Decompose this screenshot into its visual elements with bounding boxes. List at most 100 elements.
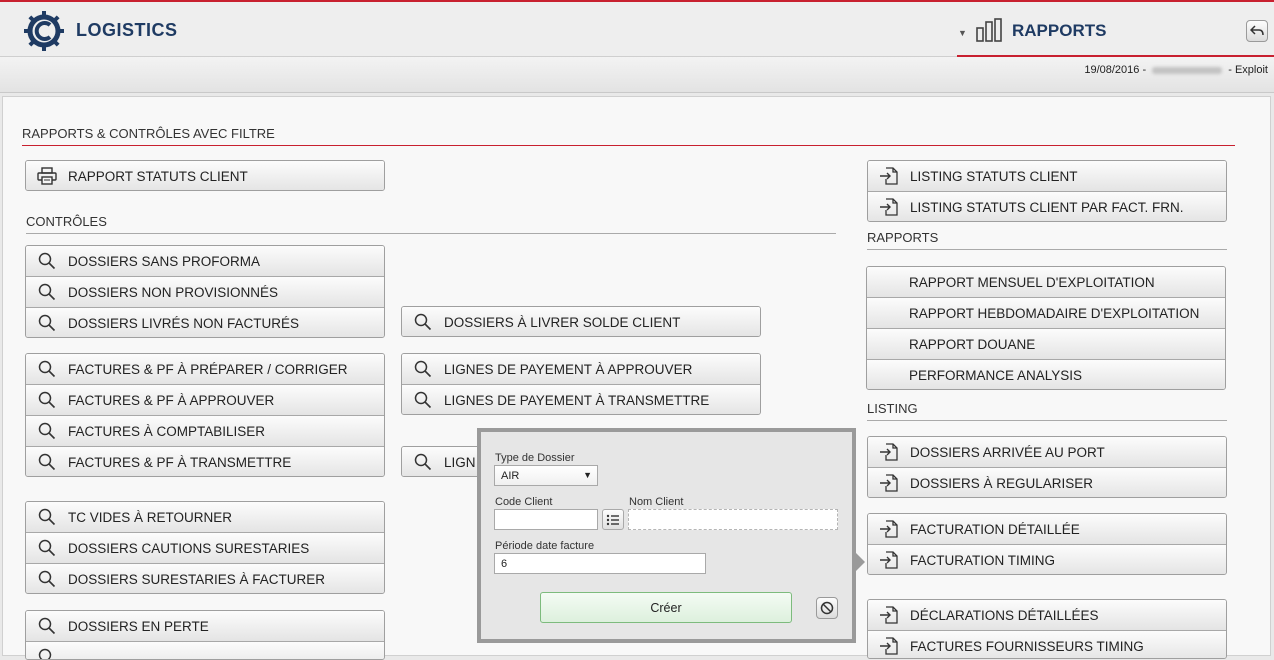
search-icon	[38, 617, 56, 635]
popup-pointer	[855, 552, 865, 572]
item-icon-slot	[26, 314, 68, 332]
menu-item-dossiers-en-perte[interactable]: DOSSIERS EN PERTE	[26, 611, 384, 641]
menu-item-factures-pf-a-transmettre[interactable]: FACTURES & PF À TRANSMETTRE	[26, 446, 384, 477]
search-icon	[414, 391, 432, 409]
item-icon-slot	[26, 648, 68, 660]
item-icon-slot	[26, 508, 68, 526]
menu-item-listing-statuts-client[interactable]: LISTING STATUTS CLIENT	[868, 161, 1226, 191]
filter-popup: Type de Dossier AIR ▼ Code Client Nom Cl…	[477, 428, 856, 643]
menu-item-factures-pf-a-approuver[interactable]: FACTURES & PF À APPROUVER	[26, 384, 384, 415]
menu-item-facturation-detaillee[interactable]: FACTURATION DÉTAILLÉE	[868, 514, 1226, 544]
controles-divider	[26, 233, 836, 234]
heading-controles: CONTRÔLES	[26, 214, 107, 229]
group-dossiers-livrer: DOSSIERS À LIVRER SOLDE CLIENT	[401, 306, 761, 337]
cancel-button[interactable]	[816, 597, 838, 619]
menu-item-rapport-hebdomadaire-d-exploitation[interactable]: RAPPORT HEBDOMADAIRE D'EXPLOITATION	[867, 297, 1225, 328]
periode-input[interactable]	[494, 553, 706, 574]
page-title: RAPPORTS & CONTRÔLES AVEC FILTRE	[22, 126, 275, 141]
group-facturation: FACTURATION DÉTAILLÉE FACTURATION TIMING	[867, 513, 1227, 575]
heading-rapports: RAPPORTS	[867, 230, 938, 245]
item-icon-slot	[402, 453, 444, 471]
menu-item-dossiers-a-regulariser[interactable]: DOSSIERS À REGULARISER	[868, 467, 1226, 498]
item-icon-slot	[868, 197, 910, 217]
menu-item-label: DOSSIERS CAUTIONS SURESTARIES	[68, 541, 309, 556]
search-icon	[38, 422, 56, 440]
item-icon-slot	[26, 539, 68, 557]
menu-item-dossiers-cautions-surestaries[interactable]: DOSSIERS CAUTIONS SURESTARIES	[26, 532, 384, 563]
menu-item-rapport-statuts-client[interactable]: RAPPORT STATUTS CLIENT	[26, 161, 384, 191]
item-icon-slot	[868, 550, 910, 570]
menu-item-label: DOSSIERS SURESTARIES À FACTURER	[68, 572, 325, 587]
menu-item-rapport-mensuel-d-exploitation[interactable]: RAPPORT MENSUEL D'EXPLOITATION	[867, 267, 1225, 297]
menu-item-label: FACTURES FOURNISSEURS TIMING	[910, 639, 1144, 654]
group-lignes: LIGNES DE PAYEMENT À APPROUVER LIGNES DE …	[401, 353, 761, 415]
menu-item-label: DOSSIERS NON PROVISIONNÉS	[68, 285, 278, 300]
menu-item-lignes-de-payement-a-transmettre[interactable]: LIGNES DE PAYEMENT À TRANSMETTRE	[402, 384, 760, 415]
group-listing-dossiers: DOSSIERS ARRIVÉE AU PORTDOSSIERS À REGUL…	[867, 436, 1227, 498]
menu-item-label: DOSSIERS EN PERTE	[68, 619, 209, 634]
back-button[interactable]	[1246, 20, 1268, 42]
menu-item-dossiers-livres-non-factures[interactable]: DOSSIERS LIVRÉS NON FACTURÉS	[26, 307, 384, 338]
client-list-button[interactable]	[602, 509, 624, 530]
item-icon-slot	[868, 636, 910, 656]
menu-item-lignes-de-payement-a-approuver[interactable]: LIGNES DE PAYEMENT À APPROUVER	[402, 354, 760, 384]
menu-item-label: RAPPORT STATUTS CLIENT	[68, 169, 248, 184]
menu-item-declarations-detaillees[interactable]: DÉCLARATIONS DÉTAILLÉES	[868, 600, 1226, 630]
menu-item-perte-1[interactable]	[26, 641, 384, 660]
item-icon-slot	[868, 473, 910, 493]
menu-item-factures-fournisseurs-timing[interactable]: FACTURES FOURNISSEURS TIMING	[868, 630, 1226, 659]
menu-item-rapport-douane[interactable]: RAPPORT DOUANE	[867, 328, 1225, 359]
menu-item-label: RAPPORT HEBDOMADAIRE D'EXPLOITATION	[909, 306, 1199, 321]
search-icon	[38, 360, 56, 378]
item-icon-slot	[868, 605, 910, 625]
item-icon-slot	[26, 167, 68, 185]
user-info: 19/08/2016 - - Exploit	[1084, 64, 1268, 76]
menu-item-listing-statuts-client-par-fact-frn[interactable]: LISTING STATUTS CLIENT PAR FACT. FRN.	[868, 191, 1226, 222]
menu-item-label: LIGN	[444, 455, 476, 470]
group-rapport-statuts: RAPPORT STATUTS CLIENT	[25, 160, 385, 191]
menu-item-factures-pf-a-preparer-corriger[interactable]: FACTURES & PF À PRÉPARER / CORRIGER	[26, 354, 384, 384]
section-title[interactable]: RAPPORTS	[1012, 21, 1106, 41]
menu-item-dossiers-a-livrer-solde-client[interactable]: DOSSIERS À LIVRER SOLDE CLIENT	[402, 307, 760, 337]
menu-item-label: LISTING STATUTS CLIENT PAR FACT. FRN.	[910, 200, 1184, 215]
menu-item-facturation-timing[interactable]: FACTURATION TIMING	[868, 544, 1226, 575]
export-file-icon	[879, 519, 899, 539]
menu-item-dossiers-surestaries-a-facturer[interactable]: DOSSIERS SURESTARIES À FACTURER	[26, 563, 384, 594]
top-bar: LOGISTICS ▼ RAPPORTS	[0, 0, 1274, 57]
menu-item-label: FACTURATION DÉTAILLÉE	[910, 522, 1080, 537]
create-button[interactable]: Créer	[540, 592, 792, 623]
menu-item-label: RAPPORT DOUANE	[909, 337, 1035, 352]
item-icon-slot	[26, 252, 68, 270]
menu-item-factures-a-comptabiliser[interactable]: FACTURES À COMPTABILISER	[26, 415, 384, 446]
search-icon	[38, 314, 56, 332]
menu-item-label: RAPPORT MENSUEL D'EXPLOITATION	[909, 275, 1155, 290]
export-file-icon	[879, 197, 899, 217]
item-icon-slot	[26, 391, 68, 409]
menu-item-dossiers-sans-proforma[interactable]: DOSSIERS SANS PROFORMA	[26, 246, 384, 276]
menu-item-dossiers-arrivee-au-port[interactable]: DOSSIERS ARRIVÉE AU PORT	[868, 437, 1226, 467]
print-icon	[37, 167, 57, 185]
menu-item-tc-vides-a-retourner[interactable]: TC VIDES À RETOURNER	[26, 502, 384, 532]
export-file-icon	[879, 550, 899, 570]
menu-item-label: FACTURATION TIMING	[910, 553, 1055, 568]
menu-item-label: FACTURES & PF À PRÉPARER / CORRIGER	[68, 362, 348, 377]
menu-item-performance-analysis[interactable]: PERFORMANCE ANALYSIS	[867, 359, 1225, 390]
search-icon	[38, 648, 56, 660]
user-name-redacted	[1152, 67, 1222, 74]
search-icon	[414, 360, 432, 378]
type-dossier-select[interactable]: AIR ▼	[494, 465, 598, 486]
nom-client-input[interactable]	[628, 509, 838, 530]
item-icon-slot	[402, 313, 444, 331]
menu-item-label: LIGNES DE PAYEMENT À TRANSMETTRE	[444, 393, 709, 408]
code-client-input[interactable]	[494, 509, 598, 530]
item-icon-slot	[26, 360, 68, 378]
menu-item-dossiers-non-provisionnes[interactable]: DOSSIERS NON PROVISIONNÉS	[26, 276, 384, 307]
type-dossier-label: Type de Dossier	[495, 452, 574, 464]
export-file-icon	[879, 166, 899, 186]
menu-item-label: DOSSIERS À LIVRER SOLDE CLIENT	[444, 315, 680, 330]
chevron-down-icon[interactable]: ▼	[958, 28, 967, 38]
item-icon-slot	[868, 166, 910, 186]
group-rapports: RAPPORT MENSUEL D'EXPLOITATION RAPPORT HE…	[866, 266, 1226, 390]
current-date: 19/08/2016	[1084, 64, 1139, 76]
search-icon	[414, 313, 432, 331]
